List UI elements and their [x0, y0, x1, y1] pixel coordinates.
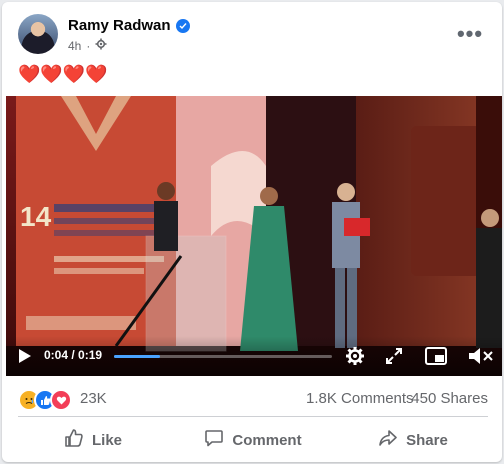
divider — [18, 416, 488, 417]
mute-icon[interactable] — [468, 347, 494, 370]
share-arrow-icon — [378, 428, 398, 452]
duration: 0:19 — [78, 348, 103, 362]
play-icon[interactable] — [18, 348, 32, 369]
post-meta: 4h · — [68, 38, 107, 53]
comment-button[interactable]: Comment — [178, 420, 328, 460]
share-label: Share — [406, 431, 448, 449]
comment-label: Comment — [232, 431, 302, 449]
post-header: Ramy Radwan 4h · ••• — [18, 14, 488, 58]
reaction-count[interactable]: 23K — [80, 390, 107, 407]
picture-in-picture-icon[interactable] — [425, 347, 447, 370]
author-name[interactable]: Ramy Radwan — [68, 17, 171, 34]
comment-bubble-icon — [204, 428, 224, 452]
verified-badge-icon — [175, 18, 190, 33]
more-options-icon[interactable]: ••• — [456, 20, 484, 48]
video-time: 0:04 / 0:19 — [44, 348, 103, 362]
like-label: Like — [91, 431, 122, 449]
post-stats: 23K 1.8K Comments 450 Shares — [18, 386, 488, 412]
comments-count[interactable]: 1.8K Comments — [306, 390, 414, 407]
post-card: Ramy Radwan 4h · ••• ❤️❤️❤️❤️ 14 0:04 / … — [2, 2, 502, 462]
video-frame: 14 — [6, 96, 502, 376]
settings-gear-icon[interactable] — [95, 38, 107, 53]
settings-gear-icon[interactable] — [345, 346, 365, 371]
progress-fill — [114, 355, 160, 358]
current-time: 0:04 — [44, 348, 69, 362]
post-text: ❤️❤️❤️❤️ — [18, 64, 108, 84]
banner-number: 14 — [20, 201, 52, 232]
video-controls: 0:04 / 0:19 — [6, 336, 502, 376]
fullscreen-icon[interactable] — [386, 348, 402, 369]
share-button[interactable]: Share — [338, 420, 488, 460]
video-player[interactable]: 14 0:04 / 0:19 — [6, 96, 502, 376]
like-button[interactable]: Like — [18, 420, 168, 460]
author-name-row: Ramy Radwan — [68, 17, 190, 34]
shares-count[interactable]: 450 Shares — [411, 390, 488, 407]
reaction-icons[interactable] — [18, 389, 72, 411]
author-avatar[interactable] — [18, 14, 58, 54]
post-actions: Like Comment Share — [18, 420, 488, 460]
progress-bar[interactable] — [114, 355, 332, 358]
like-thumb-icon — [64, 428, 84, 452]
love-reaction-icon — [50, 389, 72, 411]
post-timestamp[interactable]: 4h — [68, 39, 81, 53]
